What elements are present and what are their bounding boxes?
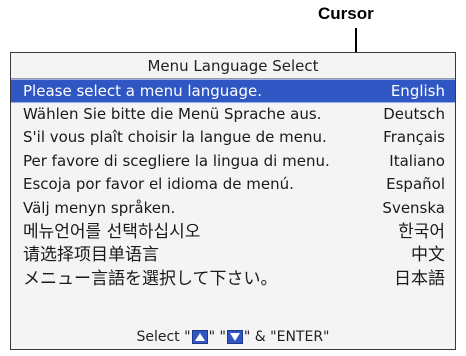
footer-instructions: Select " " " " & "ENTER": [11, 325, 455, 349]
option-prompt: Please select a menu language.: [23, 82, 262, 100]
option-language: English: [390, 82, 445, 100]
up-arrow-icon: [191, 330, 208, 344]
language-option-english[interactable]: Please select a menu language. English: [11, 79, 455, 103]
language-option-espanol[interactable]: Escoja por favor el idioma de menú. Espa…: [11, 173, 455, 197]
option-prompt: メニュー言語を選択して下さい。: [23, 268, 278, 289]
option-prompt: Välj menyn språken.: [23, 198, 176, 217]
language-option-francais[interactable]: S'il vous plaît choisir la langue de men…: [11, 126, 455, 150]
option-language: 中文: [411, 245, 445, 266]
option-language: Français: [383, 128, 445, 147]
menu-language-select-panel: Menu Language Select Please select a men…: [10, 52, 456, 350]
option-prompt: Per favore di scegliere la lingua di men…: [23, 151, 330, 170]
screen: Cursor Menu Language Select Please selec…: [0, 0, 466, 356]
option-language: Español: [386, 175, 445, 194]
language-option-korean[interactable]: 메뉴언어를 선택하십시오 한국어: [11, 221, 455, 245]
panel-title: Menu Language Select: [11, 53, 455, 79]
option-prompt: 메뉴언어를 선택하십시오: [23, 221, 201, 242]
option-language: 日本語: [394, 268, 445, 289]
option-prompt: Escoja por favor el idioma de menú.: [23, 175, 294, 194]
language-option-deutsch[interactable]: Wählen Sie bitte die Menü Sprache aus. D…: [11, 103, 455, 127]
language-option-japanese[interactable]: メニュー言語を選択して下さい。 日本語: [11, 268, 455, 292]
language-option-chinese[interactable]: 请选择项目单语言 中文: [11, 244, 455, 268]
option-language: Italiano: [389, 151, 445, 170]
footer-text-suffix: " & "ENTER": [243, 329, 330, 345]
language-list: Please select a menu language. English W…: [11, 79, 455, 291]
footer-text-prefix: Select ": [136, 329, 191, 345]
option-language: Deutsch: [383, 104, 445, 123]
down-arrow-icon: [226, 330, 243, 344]
cursor-callout-label: Cursor: [318, 4, 374, 23]
option-prompt: 请选择项目单语言: [23, 245, 159, 266]
language-option-italiano[interactable]: Per favore di scegliere la lingua di men…: [11, 150, 455, 174]
footer-text-middle: " ": [208, 329, 226, 345]
option-language: 한국어: [398, 221, 445, 242]
language-option-svenska[interactable]: Välj menyn språken. Svenska: [11, 197, 455, 221]
option-prompt: Wählen Sie bitte die Menü Sprache aus.: [23, 104, 322, 123]
option-prompt: S'il vous plaît choisir la langue de men…: [23, 128, 327, 147]
option-language: Svenska: [382, 198, 445, 217]
